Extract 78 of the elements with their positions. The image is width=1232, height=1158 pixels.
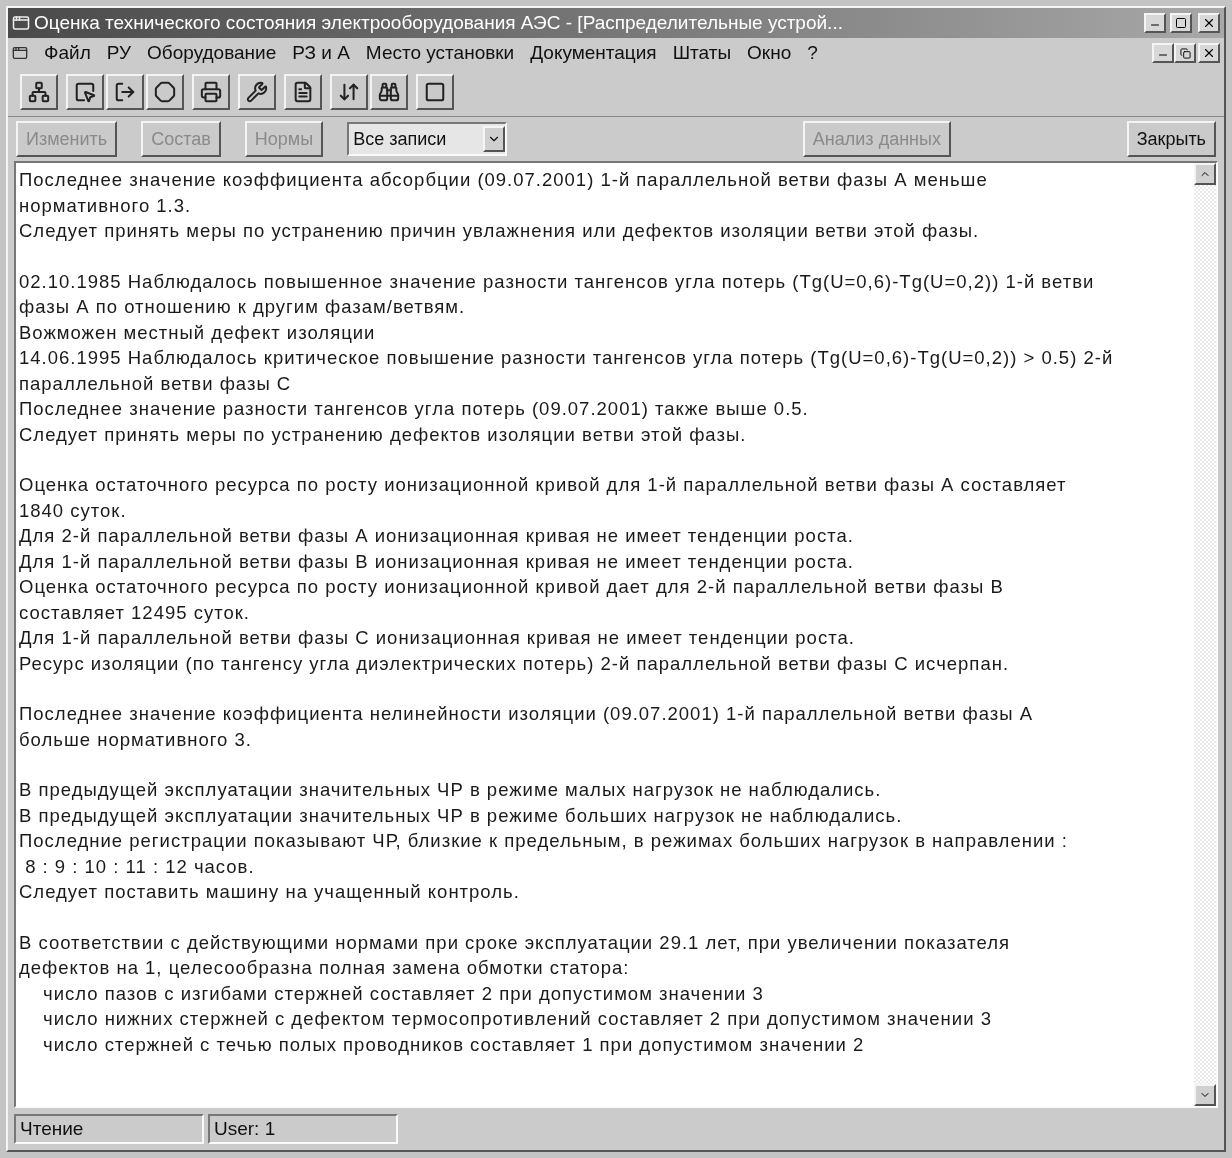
document-icon (12, 45, 28, 61)
toolbar-button[interactable] (146, 74, 184, 110)
window-title: Оценка технического состояния электрооборудования АЭС - [Распределительные устрой... (34, 10, 844, 35)
toolbar-button[interactable] (284, 74, 322, 110)
app-icon (12, 14, 30, 32)
close-button[interactable] (1198, 43, 1220, 63)
tree-icon (28, 81, 50, 103)
report-line: дефектов на 1, целесообразна полная замена обмотки статора: (19, 956, 630, 980)
toolbar-button[interactable] (106, 74, 144, 110)
report-line: Оценка остаточного ресурса по росту ионизационной кривой для 1-й параллельной ветви фазы А составляет (19, 473, 1067, 497)
menu-item[interactable]: Файл (36, 38, 99, 68)
report-line: 14.06.1995 Наблюдалось критическое повышение разности тангенсов угла потерь (Tg(U=0,6)-Tg(U=0,2)) > 0.5) 2-й (19, 346, 1114, 370)
menu-item[interactable]: Документация (522, 38, 665, 68)
square-icon (424, 81, 446, 103)
sort-icon (338, 81, 360, 103)
report-line: 02.10.1985 Наблюдалось повышенное значение разности тангенсов угла потерь (Tg(U=0,6)-Tg(U=0,2)) 1-й ветви (19, 269, 1095, 294)
report-line: фазы А по отношению к другим фазам/ветвям. (19, 295, 466, 319)
report-line: Последнее значение коэффициента абсорбции (09.07.2001) 1-й параллельной ветви фазы А меньше (19, 168, 988, 192)
menu-item[interactable]: Окно (739, 38, 800, 68)
menu-item[interactable]: Штаты (664, 38, 740, 68)
report-line: Для 1-й параллельной ветви фазы В ионизационная кривая не имеет тенденции роста. (19, 549, 854, 574)
printer-icon (200, 81, 222, 103)
report-line: 8 : 9 : 10 : 11 : 12 часов. (24, 854, 255, 879)
status-field: Чтение (14, 1114, 204, 1144)
report-line: число стержней с течью полых проводников составляет 1 при допустимом значении 2 (42, 1032, 865, 1057)
report-line: 1840 суток. (19, 498, 127, 523)
cursor-icon (74, 81, 96, 103)
report-line: В соответствии с действующими нормами при сроке эксплуатации 29.1 лет, при увеличении показателя (19, 930, 1011, 955)
report-line: нормативного 1.3. (19, 193, 192, 218)
tools-icon (246, 81, 268, 103)
report-line: составляет 12495 суток. (19, 600, 250, 625)
report-line: Последнее значение разности тангенсов угла потерь (09.07.2001) также выше 0.5. (19, 397, 809, 421)
toolbar-button[interactable] (370, 74, 408, 110)
toolbar-button[interactable] (66, 74, 104, 110)
scroll-up-button[interactable] (1194, 163, 1216, 185)
toolbar-button[interactable] (330, 74, 368, 110)
restore-button[interactable] (1174, 43, 1196, 63)
exit-icon (114, 81, 136, 103)
menu-item[interactable]: Оборудование (139, 38, 285, 68)
report-line: Ресурс изоляции (по тангенсу угла диэлектрических потерь) 2-й параллельной ветви фазы С исчерпан. (19, 651, 1010, 676)
report-line: В предыдущей эксплуатации значительных ЧР в режиме малых нагрузок не наблюдались. (19, 778, 882, 802)
report-line: Вожможен местный дефект изоляции (19, 320, 376, 345)
status-field: User: 1 (208, 1114, 398, 1144)
action-button[interactable]: Закрыть (1126, 121, 1216, 157)
report-line: В предыдущей эксплуатации значительных ЧР в режиме больших нагрузок не наблюдались. (19, 803, 903, 828)
maximize-icon (1175, 17, 1187, 29)
report-line: Оценка остаточного ресурса по росту ионизационной кривой дает для 2-й параллельной ветви фазы В (19, 575, 1004, 599)
close-icon (1202, 16, 1216, 30)
toolbar-button[interactable] (238, 74, 276, 110)
restore-icon (1179, 47, 1191, 59)
menu-item[interactable]: РУ (98, 38, 140, 68)
menu-item[interactable]: ? (799, 38, 826, 68)
report-line: больше нормативного 3. (19, 727, 252, 752)
report-line: Последние регистрации показывают ЧР, близкие к предельным, в режимах больших нагрузок в направлении : (19, 829, 1068, 853)
toolbar-button[interactable] (192, 74, 230, 110)
report-line: параллельной ветви фазы С (19, 371, 292, 396)
report-line: Для 1-й параллельной ветви фазы С ионизационная кривая не имеет тенденции роста. (19, 626, 855, 650)
scroll-down-button[interactable] (1194, 1084, 1216, 1106)
report-line: Следует принять меры по устранению дефектов изоляции ветви этой фазы. (19, 422, 747, 447)
document-icon (292, 81, 314, 103)
minimize-button[interactable] (1152, 43, 1174, 63)
report-line: число пазов с изгибами стержней составляет 2 при допустимом значении 3 (42, 981, 764, 1006)
close-button[interactable] (1198, 13, 1220, 33)
report-line: Следует принять меры по устранению причин увлажнения или дефектов изоляции ветви этой фазы. (19, 219, 980, 243)
report-line: число нижних стержней с дефектом термосопротивлений составляет 2 при допустимом значении 3 (42, 1007, 992, 1031)
toolbar-button[interactable] (20, 74, 58, 110)
stop-icon (154, 81, 176, 103)
minimize-button[interactable] (1144, 13, 1166, 33)
report-line: Для 2-й параллельной ветви фазы А ионизационная кривая не имеет тенденции роста. (19, 524, 854, 548)
report-line: Следует поставить машину на учащенный контроль. (19, 880, 520, 904)
report-line: Последнее значение коэффициента нелинейности изоляции (09.07.2001) 1-й параллельной ветви фазы А (19, 702, 1034, 726)
menu-item[interactable]: РЗ и А (284, 38, 358, 68)
close-icon (1202, 46, 1216, 60)
toolbar-button[interactable] (416, 74, 454, 110)
menu-item[interactable]: Место установки (357, 38, 523, 68)
records-dropdown[interactable]: Все записи (347, 122, 508, 156)
binoculars-icon (378, 81, 400, 103)
maximize-button[interactable] (1170, 13, 1192, 33)
